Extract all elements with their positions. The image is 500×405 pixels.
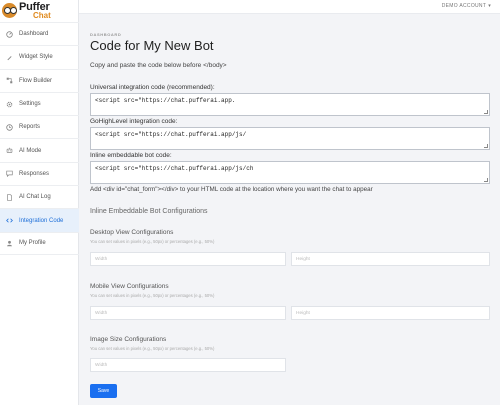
sidebar-item-dashboard[interactable]: Dashboard: [0, 22, 79, 45]
brand-subname: Chat: [33, 10, 51, 20]
sidebar-item-label: Widget Style: [19, 54, 53, 61]
sidebar-item-widget-style[interactable]: Widget Style: [0, 45, 79, 68]
universal-code-textarea[interactable]: <script src="https://chat.pufferai.app.: [90, 93, 490, 116]
brush-icon: [6, 54, 13, 61]
resize-handle-icon[interactable]: [484, 110, 488, 114]
brand-wordmark: Puffer Chat: [19, 1, 51, 20]
image-config-title: Image Size Configurations: [90, 336, 167, 343]
user-icon: [6, 240, 13, 247]
sidebar-item-label: Dashboard: [19, 31, 49, 38]
universal-code-value: <script src="https://chat.pufferai.app.: [95, 97, 236, 104]
sidebar-item-label: My Profile: [19, 240, 46, 247]
sidebar: Puffer Chat Dashboard Widget Style Flow …: [0, 0, 79, 405]
clock-icon: [6, 124, 13, 131]
brand-logo[interactable]: Puffer Chat: [2, 1, 76, 20]
image-config-hint: You can set values in pixels (e.g., 50px…: [90, 346, 215, 351]
sidebar-item-label: Responses: [19, 170, 50, 177]
breadcrumb: DASHBOARD: [90, 32, 122, 37]
mobile-width-input[interactable]: Width: [90, 306, 286, 320]
gohighlevel-code-value: <script src="https://chat.pufferai.app/j…: [95, 131, 247, 138]
inline-code-value: <script src="https://chat.pufferai.app/j…: [95, 165, 254, 172]
sidebar-item-label: AI Chat Log: [19, 194, 51, 201]
robot-icon: [6, 147, 13, 154]
desktop-config-hint: You can set values in pixels (e.g., 50px…: [90, 239, 215, 244]
gohighlevel-code-textarea[interactable]: <script src="https://chat.pufferai.app/j…: [90, 127, 490, 150]
image-width-input[interactable]: Width: [90, 358, 286, 372]
account-menu[interactable]: DEMO ACCOUNT ▾: [442, 3, 491, 9]
sidebar-item-label: AI Mode: [19, 147, 42, 154]
sidebar-item-label: Settings: [19, 101, 41, 108]
mobile-height-input[interactable]: Height: [291, 306, 490, 320]
mobile-config-title: Mobile View Configurations: [90, 283, 169, 290]
universal-code-label: Universal integration code (recommended)…: [90, 84, 215, 91]
sidebar-item-my-profile[interactable]: My Profile: [0, 231, 79, 255]
resize-handle-icon[interactable]: [484, 144, 488, 148]
sidebar-item-reports[interactable]: Reports: [0, 115, 79, 138]
account-label: DEMO ACCOUNT: [441, 3, 487, 9]
dashboard-icon: [6, 30, 13, 38]
top-bar: DEMO ACCOUNT ▾: [79, 0, 500, 14]
document-icon: [6, 194, 13, 201]
sidebar-item-label: Reports: [19, 124, 41, 131]
sidebar-nav: Dashboard Widget Style Flow Builder Sett…: [0, 22, 79, 255]
flow-icon: [6, 77, 13, 84]
inline-code-note: Add <div id="chat_form"></div> to your H…: [90, 186, 373, 193]
puffer-fish-icon: [2, 3, 17, 18]
chevron-down-icon: ▾: [488, 3, 491, 9]
sidebar-item-flow-builder[interactable]: Flow Builder: [0, 68, 79, 92]
sidebar-item-settings[interactable]: Settings: [0, 91, 79, 115]
desktop-width-input[interactable]: Width: [90, 252, 286, 266]
chat-icon: [6, 170, 13, 178]
sidebar-item-integration-code[interactable]: Integration Code: [0, 208, 79, 232]
gear-icon: [6, 101, 13, 108]
resize-handle-icon[interactable]: [484, 178, 488, 182]
save-button[interactable]: Save: [90, 384, 117, 398]
sidebar-item-responses[interactable]: Responses: [0, 161, 79, 185]
page-subtitle: Copy and paste the code below before </b…: [90, 62, 227, 69]
code-icon: [6, 217, 13, 224]
desktop-config-title: Desktop View Configurations: [90, 229, 174, 236]
config-section-title: Inline Embeddable Bot Configurations: [90, 208, 208, 215]
inline-code-label: Inline embeddable bot code:: [90, 152, 172, 159]
gohighlevel-code-label: GoHighLevel integration code:: [90, 118, 178, 125]
mobile-config-hint: You can set values in pixels (e.g., 50px…: [90, 293, 215, 298]
desktop-height-input[interactable]: Height: [291, 252, 490, 266]
sidebar-item-ai-mode[interactable]: AI Mode: [0, 138, 79, 161]
page-title: Code for My New Bot: [90, 38, 214, 53]
sidebar-item-label: Flow Builder: [19, 77, 53, 84]
sidebar-item-ai-chat-log[interactable]: AI Chat Log: [0, 185, 79, 208]
sidebar-item-label: Integration Code: [19, 217, 64, 224]
inline-code-textarea[interactable]: <script src="https://chat.pufferai.app/j…: [90, 161, 490, 184]
